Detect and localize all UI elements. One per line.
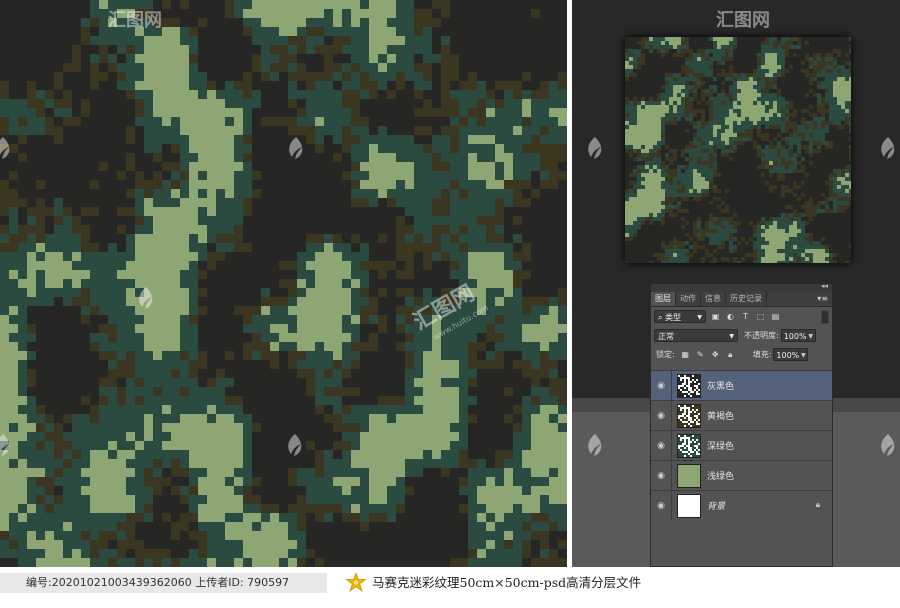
filter-select[interactable]: ⌕ 类型 ▼ [654, 310, 706, 323]
chevron-down-icon: ▼ [697, 314, 702, 321]
lock-label: 锁定: [656, 350, 675, 359]
uploader-label: 上传者ID: [195, 576, 244, 589]
layer-name[interactable]: 黄褐色 [707, 409, 734, 422]
id-value: 20201021003439362060 [51, 576, 192, 589]
layer-name[interactable]: 深绿色 [707, 439, 734, 452]
fill-label: 填充: [752, 350, 772, 359]
tab-info[interactable]: 信息 [701, 292, 726, 306]
opacity-input[interactable]: 100% [780, 329, 807, 342]
layer-name[interactable]: 浅绿色 [707, 469, 734, 482]
type-filter-icon[interactable]: T [740, 311, 751, 322]
layer-thumbnail [677, 373, 701, 398]
layer-row-yellow-brown[interactable]: ◉ 黄褐色 [651, 400, 832, 430]
panel-tabs: 图层 动作 信息 历史记录 ▾≡ [651, 292, 832, 307]
layers-panel: ◂◂ 图层 动作 信息 历史记录 ▾≡ ⌕ 类型 ▼ ▣ ◐ T ⬚ ▤ 正常 … [650, 282, 833, 567]
divider [671, 491, 672, 520]
eye-icon[interactable]: ◉ [651, 501, 671, 511]
collapse-icon[interactable]: ◂◂ [821, 282, 828, 290]
fill-input[interactable]: 100% [773, 348, 800, 361]
lock-paint-icon[interactable]: ✎ [696, 350, 705, 359]
lock-icon: 🔒︎ [815, 500, 820, 509]
lock-position-icon[interactable]: ✥ [711, 350, 720, 359]
layer-name[interactable]: 背景 [707, 499, 725, 512]
divider [671, 461, 672, 490]
layer-thumbnail [677, 463, 701, 488]
opacity-dropdown-icon[interactable]: ▼ [806, 329, 816, 342]
blend-row: 正常 ▼ 不透明度: 100% ▼ [651, 326, 832, 345]
divider [671, 431, 672, 460]
layer-row-light-green[interactable]: ◉ 浅绿色 [651, 460, 832, 490]
lock-row: 锁定: ▦ ✎ ✥ 🔒︎ 填充: 100% ▼ [651, 345, 832, 364]
uploader-value: 790597 [247, 576, 290, 589]
info-bar: 编号:20201021003439362060 上传者ID: 790597 马赛… [0, 567, 900, 608]
filter-row: ⌕ 类型 ▼ ▣ ◐ T ⬚ ▤ [651, 307, 832, 326]
panel-topbar: ◂◂ [651, 282, 832, 292]
lock-all-icon[interactable]: 🔒︎ [726, 350, 735, 359]
tab-layers[interactable]: 图层 [651, 292, 676, 306]
tab-actions[interactable]: 动作 [676, 292, 701, 306]
layer-row-gray-black[interactable]: ◉ 灰黑色 [651, 370, 832, 400]
image-filter-icon[interactable]: ▣ [710, 311, 721, 322]
smart-object-filter-icon[interactable]: ▤ [770, 311, 781, 322]
divider [671, 371, 672, 400]
layer-thumbnail [677, 433, 701, 458]
blend-mode-select[interactable]: 正常 ▼ [654, 329, 738, 342]
layer-row-background[interactable]: ◉ 背景 🔒︎ [651, 490, 832, 520]
layer-row-dark-green[interactable]: ◉ 深绿色 [651, 430, 832, 460]
id-bar: 编号:20201021003439362060 上传者ID: 790597 [0, 573, 327, 593]
eye-icon[interactable]: ◉ [651, 411, 671, 421]
lock-transparent-icon[interactable]: ▦ [681, 350, 690, 359]
search-icon: ⌕ [658, 313, 663, 322]
layer-thumbnail [677, 493, 701, 518]
product-title: 马赛克迷彩纹理50cm×50cm-psd高清分层文件 [372, 575, 642, 590]
tab-history[interactable]: 历史记录 [726, 292, 767, 306]
eye-icon[interactable]: ◉ [651, 441, 671, 451]
fill-dropdown-icon[interactable]: ▼ [799, 348, 809, 361]
filter-toggle[interactable] [821, 309, 829, 324]
divider [671, 401, 672, 430]
canvas-preview [625, 37, 851, 263]
chevron-down-icon: ▼ [729, 333, 734, 340]
star-icon [346, 573, 366, 592]
photoshop-workspace: ◂◂ 图层 动作 信息 历史记录 ▾≡ ⌕ 类型 ▼ ▣ ◐ T ⬚ ▤ 正常 … [572, 0, 900, 567]
shape-filter-icon[interactable]: ⬚ [755, 311, 766, 322]
opacity-label: 不透明度: [744, 331, 779, 340]
adjustment-filter-icon[interactable]: ◐ [725, 311, 736, 322]
eye-icon[interactable]: ◉ [651, 471, 671, 481]
camouflage-texture [0, 0, 567, 567]
panel-menu-icon[interactable]: ▾≡ [817, 292, 828, 306]
filter-label: 类型 [665, 313, 682, 322]
blend-mode-value: 正常 [658, 332, 674, 341]
eye-icon[interactable]: ◉ [651, 381, 671, 391]
layer-thumbnail [677, 403, 701, 428]
id-label: 编号: [26, 576, 52, 589]
layer-name[interactable]: 灰黑色 [707, 379, 734, 392]
